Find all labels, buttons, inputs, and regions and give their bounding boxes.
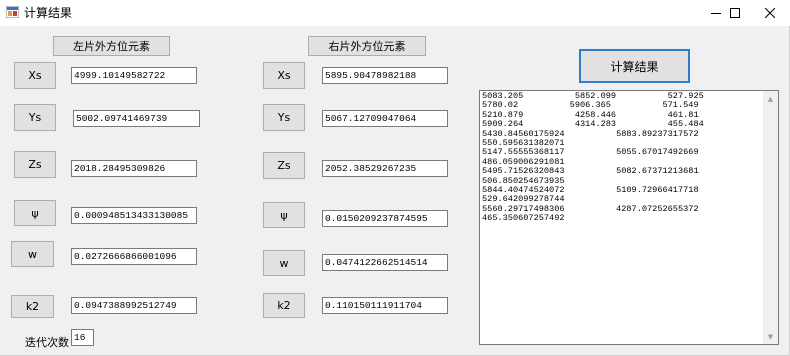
right-ys-button[interactable]: Ys	[263, 104, 305, 131]
maximize-button[interactable]	[718, 0, 752, 26]
iterations-field[interactable]: 16	[71, 329, 94, 346]
right-phi-field[interactable]: 0.0150209237874595	[322, 210, 448, 227]
right-zs-button[interactable]: Zs	[263, 152, 305, 179]
right-xs-button[interactable]: Xs	[263, 62, 305, 89]
result-text: 5083.205 5852.099 527.925 5780.02 5906.36…	[482, 92, 762, 224]
left-xs-field[interactable]: 4999.10149582722	[71, 67, 197, 84]
left-ys-button[interactable]: Ys	[14, 104, 56, 131]
left-zs-field[interactable]: 2018.28495309826	[71, 160, 197, 177]
left-xs-button[interactable]: Xs	[14, 62, 56, 89]
right-kappa-field[interactable]: 0.110150111911704	[322, 297, 448, 314]
right-ys-field[interactable]: 5067.12709047064	[322, 110, 448, 127]
right-phi-button[interactable]: ψ	[263, 202, 305, 228]
window: 计算结果 左片外方位元素 Xs 4999.10149582722 Ys 5002…	[0, 0, 790, 356]
left-phi-button[interactable]: ψ	[14, 200, 56, 226]
scroll-down-icon[interactable]: ▼	[763, 329, 778, 344]
close-button[interactable]	[753, 0, 787, 26]
result-textbox[interactable]: 5083.205 5852.099 527.925 5780.02 5906.36…	[479, 90, 779, 345]
calculate-button[interactable]: 计算结果	[579, 49, 690, 83]
app-icon	[6, 6, 19, 18]
left-omega-field[interactable]: 0.0272666866001096	[71, 248, 197, 265]
left-omega-button[interactable]: w	[11, 241, 54, 267]
left-photo-header[interactable]: 左片外方位元素	[53, 36, 170, 56]
right-zs-field[interactable]: 2052.38529267235	[322, 160, 448, 177]
title-bar[interactable]: 计算结果	[0, 0, 790, 26]
right-photo-header[interactable]: 右片外方位元素	[308, 36, 426, 56]
result-line: 465.350607257492	[482, 213, 565, 224]
window-title: 计算结果	[24, 6, 73, 20]
left-kappa-field[interactable]: 0.0947388992512749	[71, 297, 197, 314]
left-zs-button[interactable]: Zs	[14, 151, 56, 178]
vertical-scrollbar[interactable]: ▲ ▼	[763, 91, 778, 344]
right-xs-field[interactable]: 5895.90478982188	[322, 67, 448, 84]
left-phi-field[interactable]: 0.000948513433130085	[71, 207, 197, 224]
close-icon	[765, 8, 775, 18]
left-kappa-button[interactable]: k2	[11, 295, 54, 318]
right-kappa-button[interactable]: k2	[263, 293, 305, 318]
right-omega-button[interactable]: w	[263, 250, 305, 276]
iterations-label: 迭代次数	[25, 336, 69, 349]
left-ys-field[interactable]: 5002.09741469739	[73, 110, 200, 127]
right-omega-field[interactable]: 0.0474122662514514	[322, 254, 448, 271]
scroll-up-icon[interactable]: ▲	[763, 91, 778, 106]
maximize-icon	[730, 8, 740, 18]
